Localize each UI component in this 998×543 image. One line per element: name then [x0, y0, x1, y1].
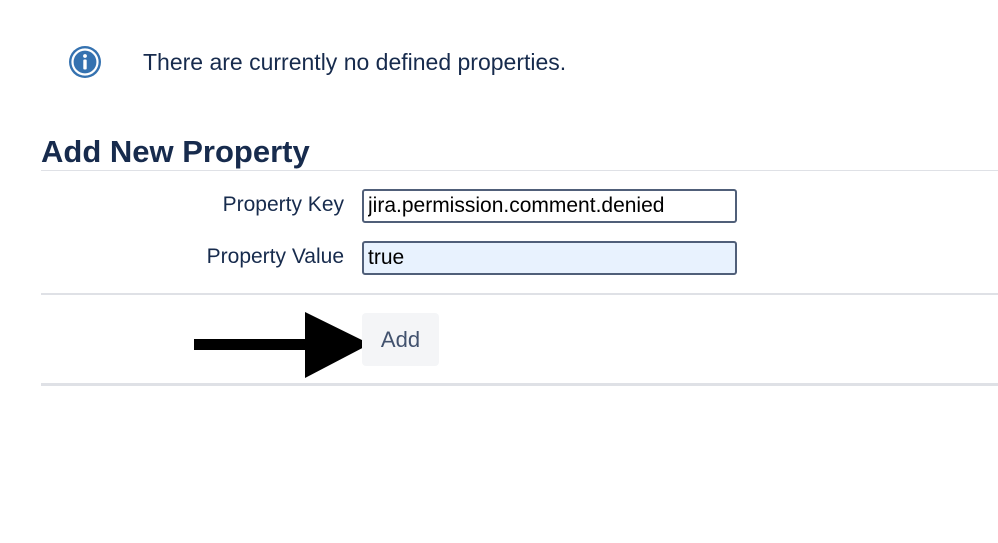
divider — [41, 293, 998, 295]
arrow-right-icon — [194, 312, 370, 378]
info-message — [68, 44, 102, 80]
section-title: Add New Property — [41, 134, 310, 169]
property-key-input[interactable] — [362, 189, 737, 223]
divider — [41, 383, 998, 386]
property-value-input[interactable] — [362, 241, 737, 275]
property-value-label: Property Value — [206, 245, 344, 268]
info-message-text: There are currently no defined propertie… — [143, 49, 567, 75]
properties-page: There are currently no defined propertie… — [0, 0, 998, 543]
add-button[interactable]: Add — [362, 313, 439, 366]
divider — [41, 170, 998, 171]
info-icon — [69, 46, 101, 78]
property-key-label: Property Key — [222, 193, 344, 216]
